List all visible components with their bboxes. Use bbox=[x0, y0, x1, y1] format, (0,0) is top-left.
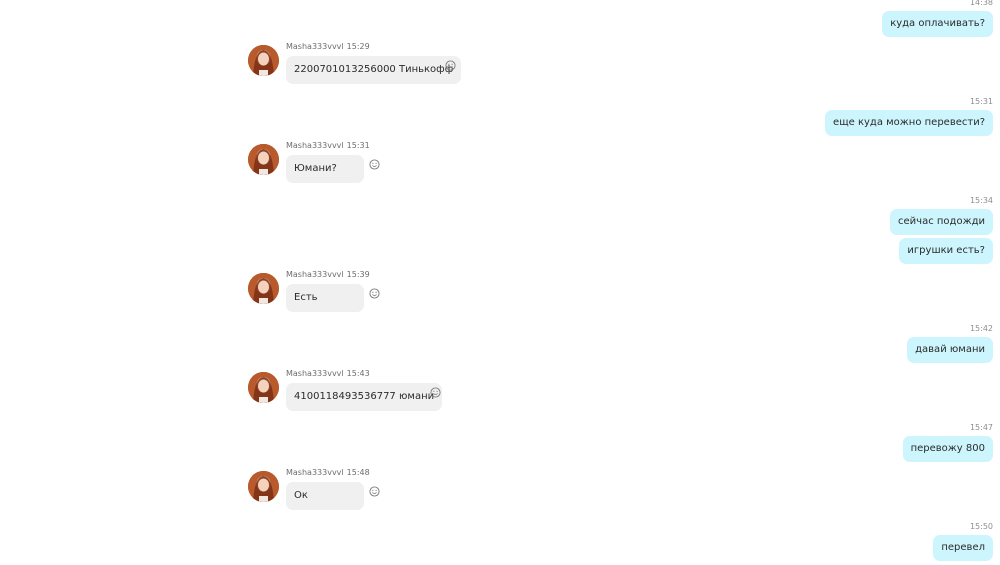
avatar-image bbox=[248, 273, 279, 304]
message-timestamp: 15:39 bbox=[346, 270, 370, 279]
message-timestamp: 14:38 bbox=[969, 0, 993, 7]
avatar[interactable] bbox=[248, 273, 279, 304]
sender-name: Masha333vvvl bbox=[286, 270, 344, 279]
sender-meta: Masha333vvvl 15:39 bbox=[286, 270, 373, 280]
incoming-message-bubble[interactable]: Ок bbox=[286, 482, 364, 510]
sender-name: Masha333vvvl bbox=[286, 468, 344, 477]
incoming-message-bubble[interactable]: 4100118493536777 юмани bbox=[286, 383, 443, 411]
message-timestamp: 15:34 bbox=[969, 196, 993, 205]
outgoing-message-bubble[interactable]: куда оплачивать? bbox=[882, 11, 993, 37]
message-timestamp: 15:31 bbox=[969, 97, 993, 106]
outgoing-message-bubble[interactable]: перевожу 800 bbox=[902, 436, 993, 462]
incoming-message-bubble[interactable]: 2200701013256000 Тинькофф bbox=[286, 56, 462, 84]
avatar[interactable] bbox=[248, 45, 279, 76]
sender-name: Masha333vvvl bbox=[286, 42, 344, 51]
outgoing-message-bubble[interactable]: игрушки есть? bbox=[899, 238, 993, 264]
smiley-icon[interactable] bbox=[369, 486, 380, 497]
outgoing-message-bubble[interactable]: сейчас подожди bbox=[890, 209, 993, 235]
sender-meta: Masha333vvvl 15:31 bbox=[286, 141, 373, 151]
outgoing-message-bubble[interactable]: давай юмани bbox=[907, 337, 993, 363]
incoming-message-bubble[interactable]: Юмани? bbox=[286, 155, 364, 183]
message-timestamp: 15:43 bbox=[346, 369, 370, 378]
outgoing-message-bubble[interactable]: перевел bbox=[933, 535, 993, 561]
avatar[interactable] bbox=[248, 471, 279, 502]
message-timestamp: 15:47 bbox=[969, 423, 993, 432]
avatar[interactable] bbox=[248, 372, 279, 403]
smiley-icon[interactable] bbox=[445, 60, 456, 71]
message-timestamp: 15:50 bbox=[969, 522, 993, 531]
message-timestamp: 15:31 bbox=[346, 141, 370, 150]
message-timestamp: 15:42 bbox=[969, 324, 993, 333]
sender-meta: Masha333vvvl 15:43 bbox=[286, 369, 373, 379]
sender-meta: Masha333vvvl 15:29 bbox=[286, 42, 373, 52]
sender-name: Masha333vvvl bbox=[286, 369, 344, 378]
avatar-image bbox=[248, 372, 279, 403]
message-timestamp: 15:48 bbox=[346, 468, 370, 477]
chat-message-list[interactable]: 14:38 куда оплачивать? Masha333vvvl 15:29… bbox=[0, 0, 1000, 565]
avatar-image bbox=[248, 471, 279, 502]
sender-name: Masha333vvvl bbox=[286, 141, 344, 150]
smiley-icon[interactable] bbox=[369, 288, 380, 299]
avatar[interactable] bbox=[248, 144, 279, 175]
incoming-message-bubble[interactable]: Есть bbox=[286, 284, 364, 312]
avatar-image bbox=[248, 45, 279, 76]
smiley-icon[interactable] bbox=[430, 387, 441, 398]
message-timestamp: 15:29 bbox=[346, 42, 370, 51]
smiley-icon[interactable] bbox=[369, 159, 380, 170]
outgoing-message-bubble[interactable]: еще куда можно перевести? bbox=[825, 110, 993, 136]
avatar-image bbox=[248, 144, 279, 175]
sender-meta: Masha333vvvl 15:48 bbox=[286, 468, 373, 478]
